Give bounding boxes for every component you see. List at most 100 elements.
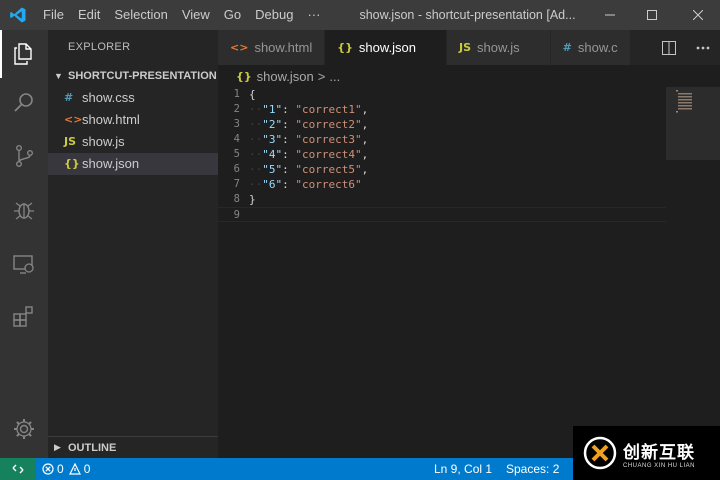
manage-button[interactable] bbox=[0, 405, 48, 453]
breadcrumb-file[interactable]: show.json bbox=[257, 69, 314, 84]
comma: , bbox=[361, 103, 369, 116]
json-value: "correct5" bbox=[295, 163, 362, 176]
line-number: 7 bbox=[233, 178, 240, 190]
maximize-icon bbox=[647, 10, 657, 20]
code-line: 7 ··"6": "correct6" bbox=[218, 177, 666, 192]
minimap-preview bbox=[676, 90, 692, 113]
code-line: 5 ··"4": "correct4", bbox=[218, 147, 666, 162]
indentation-indicator[interactable]: Spaces: 2 bbox=[500, 458, 565, 480]
code-line: 3 ··"2": "correct2", bbox=[218, 117, 666, 132]
line-number: 4 bbox=[233, 133, 240, 145]
json-value: "correct4" bbox=[295, 148, 362, 161]
search-button[interactable] bbox=[0, 78, 48, 126]
file-name: show.css bbox=[82, 90, 135, 105]
code-line: 2 ··"1": "correct1", bbox=[218, 102, 666, 117]
breadcrumb: {} show.json > ... bbox=[218, 65, 340, 87]
title-bar: File Edit Selection View Go Debug ··· sh… bbox=[0, 0, 720, 30]
tab-label: show.js bbox=[477, 40, 520, 55]
code-editor[interactable]: 1{ 2 ··"1": "correct1", 3 ··"2": "correct2… bbox=[218, 87, 666, 458]
tab-show-css[interactable]: # show.c bbox=[550, 30, 631, 65]
line-number: 6 bbox=[233, 163, 240, 175]
breadcrumb-more[interactable]: ... bbox=[329, 69, 340, 84]
debug-button[interactable] bbox=[0, 186, 48, 234]
close-window-button[interactable] bbox=[676, 0, 720, 30]
css-file-icon: # bbox=[562, 41, 572, 54]
cursor-position[interactable]: Ln 9, Col 1 bbox=[428, 458, 498, 480]
explorer-sidebar: EXPLORER ▼ SHORTCUT-PRESENTATION # show.… bbox=[48, 30, 218, 458]
json-value: "correct2" bbox=[295, 118, 362, 131]
chevron-down-icon: ▼ bbox=[54, 71, 63, 81]
explorer-button[interactable] bbox=[0, 30, 48, 78]
remote-explorer-button[interactable] bbox=[0, 240, 48, 288]
outline-title: OUTLINE bbox=[68, 441, 117, 454]
tab-show-html[interactable]: <> show.html bbox=[218, 30, 326, 65]
html-file-icon: <> bbox=[64, 113, 83, 126]
menu-file[interactable]: File bbox=[36, 0, 71, 30]
file-item-show-json[interactable]: {} show.json bbox=[48, 153, 218, 175]
file-item-show-css[interactable]: # show.css bbox=[48, 87, 218, 109]
code-line: 1{ bbox=[218, 87, 666, 102]
js-file-icon: JS bbox=[64, 135, 77, 148]
more-actions-icon[interactable] bbox=[696, 46, 710, 50]
chevron-right-icon: ▶ bbox=[54, 442, 61, 452]
html-file-icon: <> bbox=[230, 41, 249, 54]
search-icon bbox=[14, 93, 33, 112]
json-key: "1" bbox=[262, 103, 283, 116]
split-editor-icon[interactable] bbox=[662, 40, 676, 55]
json-file-icon: {} bbox=[64, 157, 80, 170]
line-number: 5 bbox=[233, 148, 240, 160]
close-icon bbox=[693, 10, 703, 20]
css-file-icon: # bbox=[64, 91, 74, 104]
line-number: 1 bbox=[233, 88, 240, 100]
remote-explorer-icon bbox=[13, 255, 34, 274]
watermark-text: 创新互联 bbox=[623, 442, 695, 463]
watermark-subtext: CHUANG XIN HU LIAN bbox=[623, 462, 696, 469]
line-text: { bbox=[249, 88, 256, 101]
json-key: "2" bbox=[262, 118, 283, 131]
menu-go[interactable]: Go bbox=[217, 0, 248, 30]
menu-debug[interactable]: Debug bbox=[248, 0, 300, 30]
menu-selection[interactable]: Selection bbox=[107, 0, 174, 30]
json-key: "3" bbox=[262, 133, 283, 146]
editor-tab-bar: <> show.html {} show.json JS show.js # s… bbox=[218, 30, 720, 65]
files-icon bbox=[14, 43, 32, 65]
maximize-button[interactable] bbox=[630, 0, 674, 30]
json-file-icon: {} bbox=[337, 41, 353, 54]
watermark-logo: 创新互联 CHUANG XIN HU LIAN bbox=[573, 426, 720, 480]
comma: , bbox=[361, 118, 369, 131]
source-control-button[interactable] bbox=[0, 132, 48, 180]
json-key: "6" bbox=[262, 178, 283, 191]
json-file-icon: {} bbox=[236, 69, 252, 83]
file-item-show-js[interactable]: JS show.js bbox=[48, 131, 218, 153]
remote-indicator[interactable] bbox=[0, 458, 36, 480]
comma: , bbox=[361, 148, 369, 161]
warning-icon bbox=[68, 463, 81, 475]
error-icon bbox=[42, 463, 54, 475]
file-name: show.json bbox=[82, 156, 140, 171]
minimize-button[interactable] bbox=[588, 0, 632, 30]
menu-more[interactable]: ··· bbox=[300, 0, 327, 30]
file-name: show.html bbox=[82, 112, 140, 127]
brand-logo-icon bbox=[583, 436, 617, 470]
tab-label: show.html bbox=[254, 40, 313, 55]
problems-indicator[interactable]: 0 0 bbox=[36, 458, 96, 480]
extensions-button[interactable] bbox=[0, 292, 48, 340]
code-line: 8} bbox=[218, 192, 666, 207]
line-text: } bbox=[249, 193, 256, 206]
minimap[interactable] bbox=[666, 87, 720, 160]
debug-icon bbox=[14, 202, 34, 220]
error-count: 0 bbox=[57, 462, 64, 476]
line-number: 2 bbox=[233, 103, 240, 115]
json-value: "correct1" bbox=[295, 103, 362, 116]
tab-show-js[interactable]: JS show.js bbox=[447, 30, 551, 65]
menu-edit[interactable]: Edit bbox=[71, 0, 107, 30]
menu-bar: File Edit Selection View Go Debug ··· bbox=[36, 0, 327, 30]
outline-section-header[interactable]: ▶ OUTLINE bbox=[48, 436, 218, 458]
warning-count: 0 bbox=[83, 462, 91, 476]
tab-show-json[interactable]: {} show.json bbox=[325, 30, 448, 65]
json-value: "correct3" bbox=[295, 133, 362, 146]
menu-view[interactable]: View bbox=[175, 0, 217, 30]
json-key: "4" bbox=[262, 148, 283, 161]
file-item-show-html[interactable]: <> show.html bbox=[48, 109, 218, 131]
folder-header[interactable]: ▼ SHORTCUT-PRESENTATION bbox=[48, 65, 218, 87]
